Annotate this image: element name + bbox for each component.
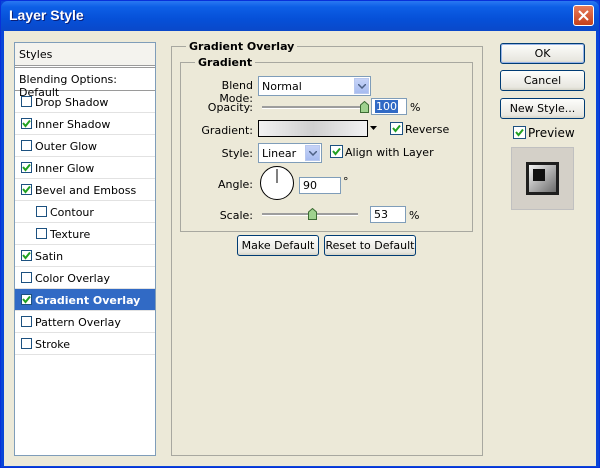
style-item-label: Pattern Overlay xyxy=(35,316,121,329)
style-item-checkbox[interactable] xyxy=(21,118,32,129)
blend-mode-select[interactable]: Normal xyxy=(258,76,371,96)
check-icon xyxy=(22,163,31,172)
opacity-slider[interactable] xyxy=(262,106,364,109)
opacity-unit: % xyxy=(410,101,421,114)
style-item-inner-shadow[interactable]: Inner Shadow xyxy=(15,113,155,135)
style-item-checkbox[interactable] xyxy=(21,316,32,327)
style-item-gradient-overlay[interactable]: Gradient Overlay xyxy=(15,289,155,311)
style-item-label: Texture xyxy=(50,228,91,241)
style-item-contour[interactable]: Contour xyxy=(15,201,155,223)
angle-dial[interactable] xyxy=(259,165,295,201)
style-item-label: Inner Shadow xyxy=(35,118,111,131)
styles-header-label: Styles xyxy=(19,48,53,61)
scale-label: Scale: xyxy=(219,209,253,222)
style-item-label: Satin xyxy=(35,250,64,263)
chevron-down-icon xyxy=(354,78,369,94)
reset-to-default-button[interactable]: Reset to Default xyxy=(324,235,416,256)
style-item-label: Contour xyxy=(50,206,94,219)
angle-unit: ° xyxy=(343,175,349,188)
blend-mode-value: Normal xyxy=(262,80,302,93)
style-preview xyxy=(511,147,574,210)
style-value: Linear xyxy=(262,147,297,160)
reverse-checkbox[interactable] xyxy=(390,122,403,135)
style-item-outer-glow[interactable]: Outer Glow xyxy=(15,135,155,157)
angle-value: 90 xyxy=(303,179,317,192)
align-with-layer-label: Align with Layer xyxy=(345,146,434,159)
opacity-input[interactable]: 100 xyxy=(371,98,407,115)
style-item-label: Bevel and Emboss xyxy=(35,184,137,197)
scale-input[interactable]: 53 xyxy=(370,206,406,223)
window-title: Layer Style xyxy=(9,7,84,23)
ok-button[interactable]: OK xyxy=(500,43,585,64)
style-item-checkbox[interactable] xyxy=(36,228,47,239)
cancel-button[interactable]: Cancel xyxy=(500,70,585,91)
gradient-label: Gradient: xyxy=(201,124,253,137)
style-item-bevel-and-emboss[interactable]: Bevel and Emboss xyxy=(15,179,155,201)
gradient-swatch[interactable] xyxy=(258,120,368,137)
preview-thumbnail xyxy=(526,162,559,195)
make-default-button[interactable]: Make Default xyxy=(237,235,319,256)
new-style-button[interactable]: New Style... xyxy=(500,98,585,119)
check-icon xyxy=(22,185,31,194)
gradient-group-title: Gradient xyxy=(195,56,256,69)
chevron-down-icon xyxy=(305,145,320,161)
gradient-overlay-title: Gradient Overlay xyxy=(186,40,298,53)
opacity-slider-thumb[interactable] xyxy=(359,101,369,113)
style-item-checkbox[interactable] xyxy=(21,140,32,151)
styles-list: Styles Blending Options: Default Drop Sh… xyxy=(14,42,156,456)
opacity-value: 100 xyxy=(375,100,398,113)
preview-checkbox[interactable] xyxy=(513,126,526,139)
scale-unit: % xyxy=(409,209,420,222)
style-item-color-overlay[interactable]: Color Overlay xyxy=(15,267,155,289)
dialog-body: Styles Blending Options: Default Drop Sh… xyxy=(4,31,596,466)
style-item-label: Color Overlay xyxy=(35,272,110,285)
style-item-label: Gradient Overlay xyxy=(35,294,141,307)
style-item-label: Drop Shadow xyxy=(35,96,109,109)
style-item-label: Outer Glow xyxy=(35,140,98,153)
check-icon xyxy=(22,251,31,260)
angle-label: Angle: xyxy=(217,178,253,191)
style-item-checkbox[interactable] xyxy=(21,338,32,349)
style-label: Style: xyxy=(221,147,253,160)
title-bar[interactable]: Layer Style xyxy=(1,1,599,31)
style-item-pattern-overlay[interactable]: Pattern Overlay xyxy=(15,311,155,333)
blending-options-item[interactable]: Blending Options: Default xyxy=(15,67,155,99)
style-item-satin[interactable]: Satin xyxy=(15,245,155,267)
style-item-texture[interactable]: Texture xyxy=(15,223,155,245)
style-item-checkbox[interactable] xyxy=(21,272,32,283)
opacity-label: Opacity: xyxy=(207,101,253,114)
gradient-dropdown[interactable] xyxy=(368,120,380,137)
style-item-inner-glow[interactable]: Inner Glow xyxy=(15,157,155,179)
style-item-label: Stroke xyxy=(35,338,71,351)
layer-style-window: Layer Style Styles Blending Options: Def… xyxy=(0,0,600,468)
check-icon xyxy=(392,124,401,133)
style-item-checkbox[interactable] xyxy=(21,96,32,107)
style-item-checkbox[interactable] xyxy=(21,250,32,261)
check-icon xyxy=(22,295,31,304)
close-icon xyxy=(578,10,589,21)
style-select[interactable]: Linear xyxy=(258,143,322,163)
scale-slider-thumb[interactable] xyxy=(308,208,318,220)
style-item-checkbox[interactable] xyxy=(21,162,32,173)
angle-input[interactable]: 90 xyxy=(299,177,341,194)
preview-label: Preview xyxy=(528,126,575,140)
align-with-layer-checkbox[interactable] xyxy=(330,145,343,158)
styles-header[interactable]: Styles xyxy=(15,43,155,66)
close-button[interactable] xyxy=(573,5,594,26)
triangle-down-icon xyxy=(370,126,377,130)
style-item-checkbox[interactable] xyxy=(36,206,47,217)
check-icon xyxy=(332,147,341,156)
check-icon xyxy=(22,119,31,128)
style-item-label: Inner Glow xyxy=(35,162,95,175)
reverse-label: Reverse xyxy=(405,123,450,136)
style-item-stroke[interactable]: Stroke xyxy=(15,333,155,355)
check-icon xyxy=(515,128,524,137)
style-item-checkbox[interactable] xyxy=(21,184,32,195)
style-item-drop-shadow[interactable]: Drop Shadow xyxy=(15,91,155,113)
scale-value: 53 xyxy=(374,208,388,221)
style-item-checkbox[interactable] xyxy=(21,294,32,305)
